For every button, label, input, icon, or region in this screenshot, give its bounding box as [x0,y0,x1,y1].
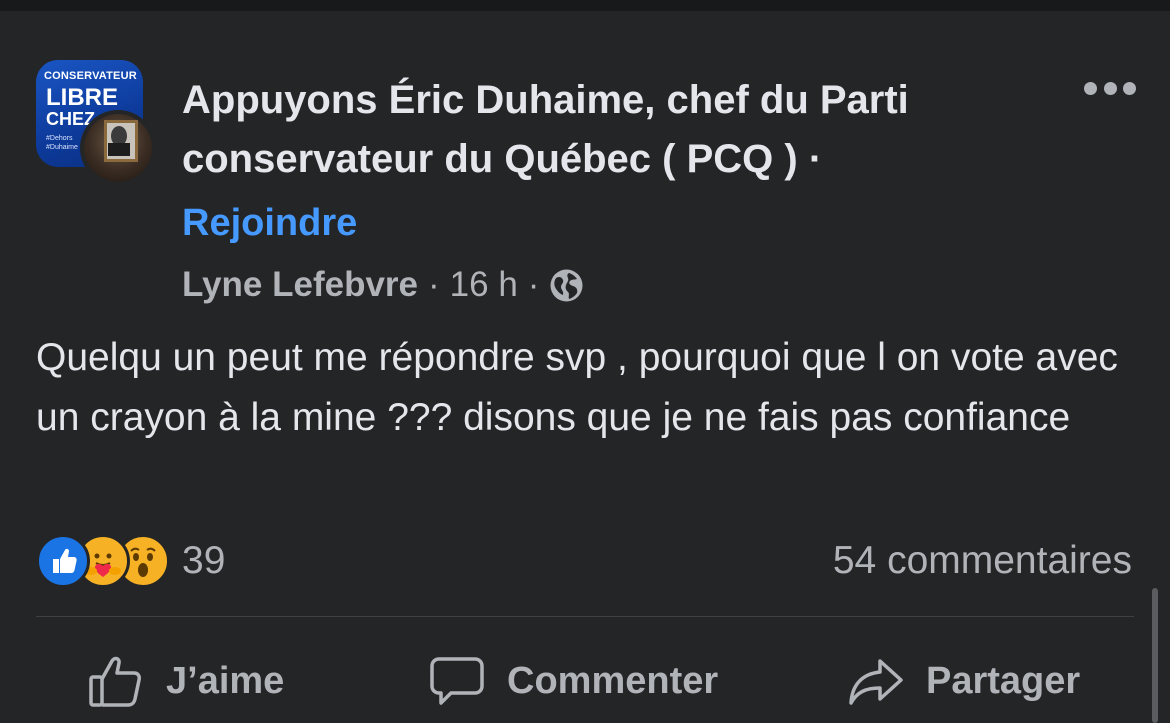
share-button-label: Partager [926,659,1081,702]
meta-separator: · [527,265,540,304]
reaction-count: 39 [182,539,226,582]
comment-bubble-icon [430,657,484,705]
share-arrow-icon [849,659,903,705]
scrollbar[interactable] [1152,588,1158,723]
post-timestamp[interactable]: 16 h [450,265,518,305]
meta-separator: · [428,265,440,304]
like-button[interactable]: J’aime [88,641,284,721]
author-name-link[interactable]: Lyne Lefebvre [182,265,418,305]
like-button-label: J’aime [166,659,285,702]
more-dot [1084,81,1097,95]
globe-icon [549,268,584,303]
reactions-summary[interactable]: 39 [36,534,226,588]
comment-button-label: Commenter [507,659,719,702]
group-avatar-logo-main: LIBRE [46,84,118,111]
post-body-text: Quelqu un peut me répondre svp , pourquo… [36,336,1118,439]
action-divider [36,616,1134,617]
like-reaction-icon [36,534,90,588]
more-dot [1123,81,1136,95]
author-avatar[interactable] [80,110,156,186]
post-meta: Lyne Lefebvre · 16 h · [182,261,584,309]
comment-button[interactable]: Commenter [429,641,718,721]
more-options-icon[interactable] [1084,77,1136,99]
post-action-bar: J’aime Commenter Partager [36,641,1134,721]
group-post-card: CONSERVATEUR LIBRE CHEZ #Dehors #Duhaime… [0,11,1170,723]
join-group-button[interactable]: Rejoindre [182,197,357,249]
comments-count-link[interactable]: 54 commentaires [833,535,1132,587]
thumbs-up-icon [89,656,141,707]
share-button[interactable]: Partager [848,641,1080,721]
group-avatar-logo-top: CONSERVATEUR [44,70,137,82]
portrait-suit [108,143,130,156]
group-avatar-hashtags: #Dehors #Duhaime [46,135,78,151]
author-avatar-photo [84,114,152,182]
group-name-link[interactable]: Appuyons Éric Duhaime, chef du Parti con… [182,71,1042,189]
more-dot [1103,81,1117,95]
status-strip [0,0,1170,11]
